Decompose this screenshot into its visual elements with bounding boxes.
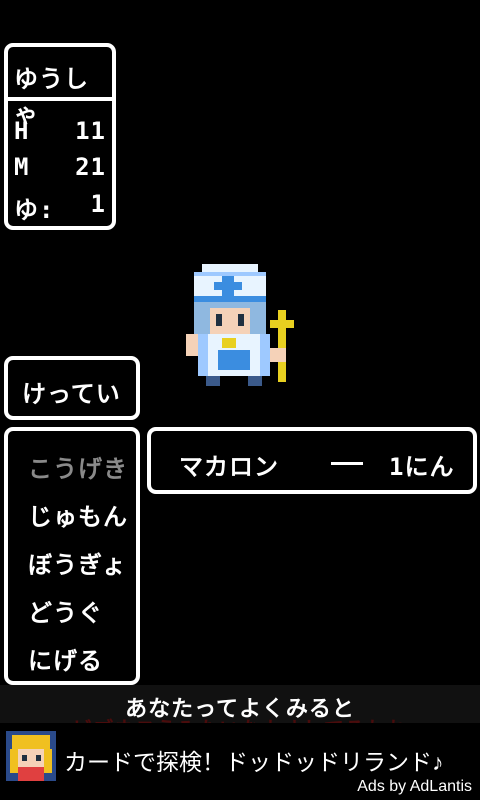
mp-value: 21 [75,153,106,181]
mp-label: M [14,153,30,181]
ad-character-icon [6,731,56,781]
hp-label: H [14,117,30,145]
enemy-dash [331,462,363,465]
hp-row: H 11 [14,117,106,145]
command-flee[interactable]: にげる [28,641,103,676]
gold-value: 1 [90,190,106,218]
command-menu: こうげき じゅもん ぼうぎょ どうぐ にげる [4,427,140,685]
hp-value: 11 [75,117,106,145]
priest-sprite [186,264,294,386]
status-divider [8,97,112,101]
decision-label: けってい [22,380,121,408]
enemy-count: 1にん [389,453,455,481]
enemy-name: マカロン [179,453,279,481]
command-spell[interactable]: じゅもん [28,497,128,532]
message-line-2: ビブネスうみたいなカオしてるわね [0,713,480,723]
command-defend[interactable]: ぼうぎょ [28,545,127,580]
gold-label: ゆ: [14,196,55,224]
command-item[interactable]: どうぐ [28,593,103,628]
status-window: ゆうしゃ H 11 M 21 ゆ: 1 [4,43,116,230]
mp-row: M 21 [14,153,106,181]
message-bar: あなたってよくみると ビブネスうみたいなカオしてるわね [0,685,480,723]
ad-attribution: Ads by AdLantis [357,778,472,795]
ad-banner[interactable]: カードで探検！ドッドッドリランド♪ Ads by AdLantis [0,723,480,800]
gold-row: ゆ: 1 [14,190,106,225]
command-attack[interactable]: こうげき [28,449,128,484]
enemy-window: マカロン 1にん [147,427,477,494]
ad-text[interactable]: カードで探検！ドッドッドリランド♪ [64,743,444,777]
decision-button[interactable]: けってい [4,356,140,420]
